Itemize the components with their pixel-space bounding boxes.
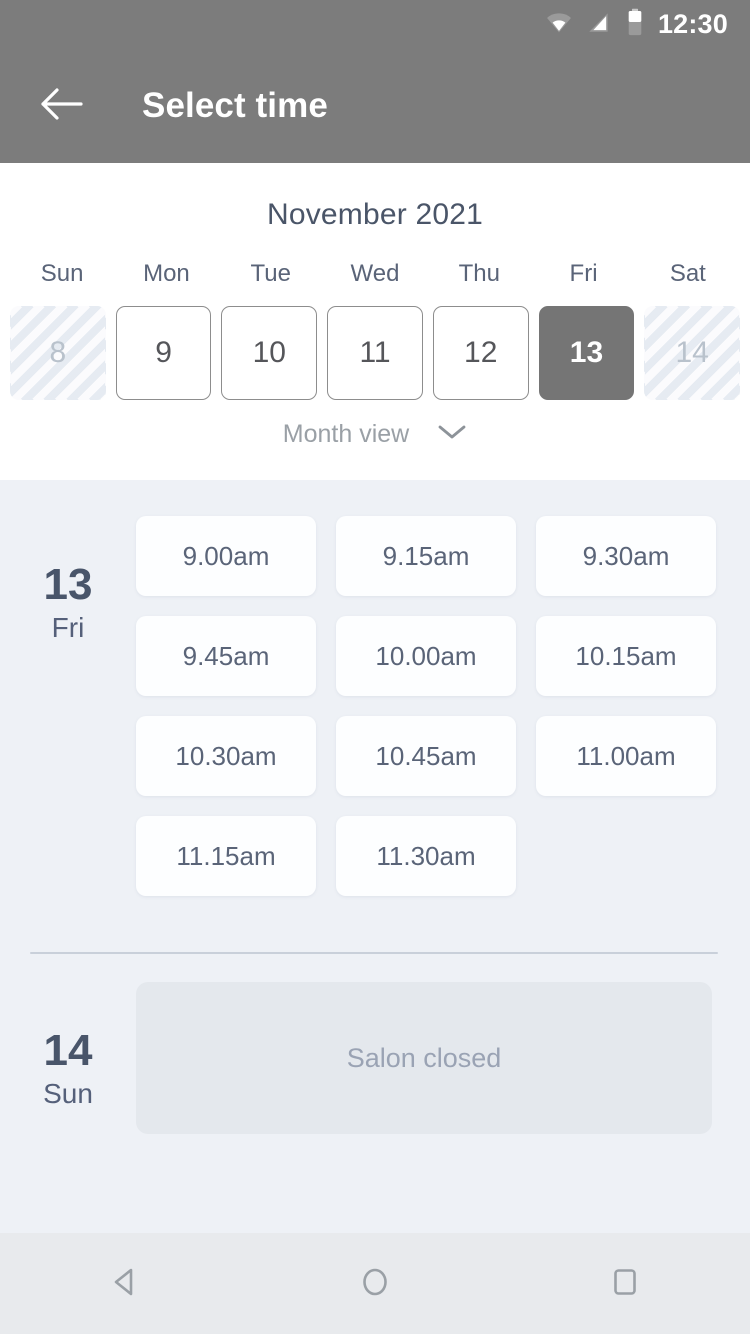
- date-cell-row: 8 9 10 11 12 13 14: [0, 306, 750, 400]
- schedule-area: 13 Fri 9.00am 9.15am 9.30am 9.45am 10.00…: [0, 480, 750, 1233]
- page-title: Select time: [142, 85, 328, 125]
- weekday-label-wed: Wed: [350, 260, 400, 287]
- date-cell-10[interactable]: 10: [221, 306, 318, 400]
- date-cell-9[interactable]: 9: [115, 306, 212, 400]
- date-cell-12[interactable]: 12: [432, 306, 529, 400]
- schedule-day-13: 13 Fri 9.00am 9.15am 9.30am 9.45am 10.00…: [0, 480, 750, 896]
- weekday-header-row: Sun Mon Tue Wed Thu Fri Sat: [0, 260, 750, 288]
- date-cell-8: 8: [10, 306, 106, 400]
- month-view-label: Month view: [282, 420, 410, 448]
- day-label-13: 13 Fri: [0, 516, 136, 896]
- app-bar: Select time: [0, 48, 750, 163]
- day-label-14: 14 Sun: [0, 982, 136, 1134]
- weekday-label-mon: Mon: [143, 260, 190, 287]
- month-view-toggle[interactable]: Month view: [0, 420, 750, 449]
- battery-icon: [626, 8, 644, 41]
- time-slot[interactable]: 9.15am: [336, 516, 516, 596]
- day-of-week-14: Sun: [43, 1078, 93, 1110]
- status-bar-clock: 12:30: [657, 8, 728, 39]
- time-slot[interactable]: 9.30am: [536, 516, 716, 596]
- recents-nav-icon: [605, 1262, 645, 1305]
- weekday-label-fri: Fri: [569, 260, 598, 287]
- time-slot[interactable]: 10.30am: [136, 716, 316, 796]
- schedule-day-14: 14 Sun Salon closed: [0, 954, 750, 1134]
- arrow-left-icon: [39, 87, 83, 124]
- time-slot[interactable]: 11.00am: [536, 716, 716, 796]
- nav-recents-button[interactable]: [570, 1233, 680, 1334]
- wifi-icon: [546, 9, 572, 40]
- time-slot[interactable]: 11.30am: [336, 816, 516, 896]
- time-slot[interactable]: 9.00am: [136, 516, 316, 596]
- day-of-week-13: Fri: [51, 612, 85, 644]
- time-slot[interactable]: 10.00am: [336, 616, 516, 696]
- weekday-label-sat: Sat: [669, 260, 706, 287]
- calendar-panel: November 2021 Sun Mon Tue Wed Thu Fri Sa…: [0, 163, 750, 480]
- calendar-month-title: November 2021: [266, 198, 484, 231]
- status-bar: 12:30: [0, 0, 750, 48]
- chevron-down-icon: [437, 423, 467, 446]
- date-cell-11[interactable]: 11: [327, 306, 423, 400]
- time-slot[interactable]: 10.15am: [536, 616, 716, 696]
- salon-closed-card: Salon closed: [136, 982, 712, 1134]
- back-nav-icon: [105, 1262, 145, 1305]
- weekday-label-thu: Thu: [458, 260, 500, 287]
- cellular-signal-icon: [586, 9, 612, 40]
- date-cell-13[interactable]: 13: [538, 306, 635, 400]
- home-nav-icon: [355, 1262, 395, 1305]
- weekday-label-tue: Tue: [250, 260, 291, 287]
- android-nav-bar: [0, 1233, 750, 1334]
- time-slot-grid: 9.00am 9.15am 9.30am 9.45am 10.00am 10.1…: [136, 516, 750, 896]
- weekday-label-sun: Sun: [40, 260, 84, 287]
- day-number-14: 14: [43, 1026, 93, 1075]
- time-slot[interactable]: 10.45am: [336, 716, 516, 796]
- nav-home-button[interactable]: [320, 1233, 430, 1334]
- time-slot[interactable]: 11.15am: [136, 816, 316, 896]
- back-button[interactable]: [18, 63, 104, 149]
- mobile-screen: 12:30 Select time November 2021 Sun Mon …: [0, 0, 750, 1334]
- nav-back-button[interactable]: [70, 1233, 180, 1334]
- date-cell-14: 14: [644, 306, 741, 400]
- time-slot[interactable]: 9.45am: [136, 616, 316, 696]
- day-number-13: 13: [43, 560, 93, 609]
